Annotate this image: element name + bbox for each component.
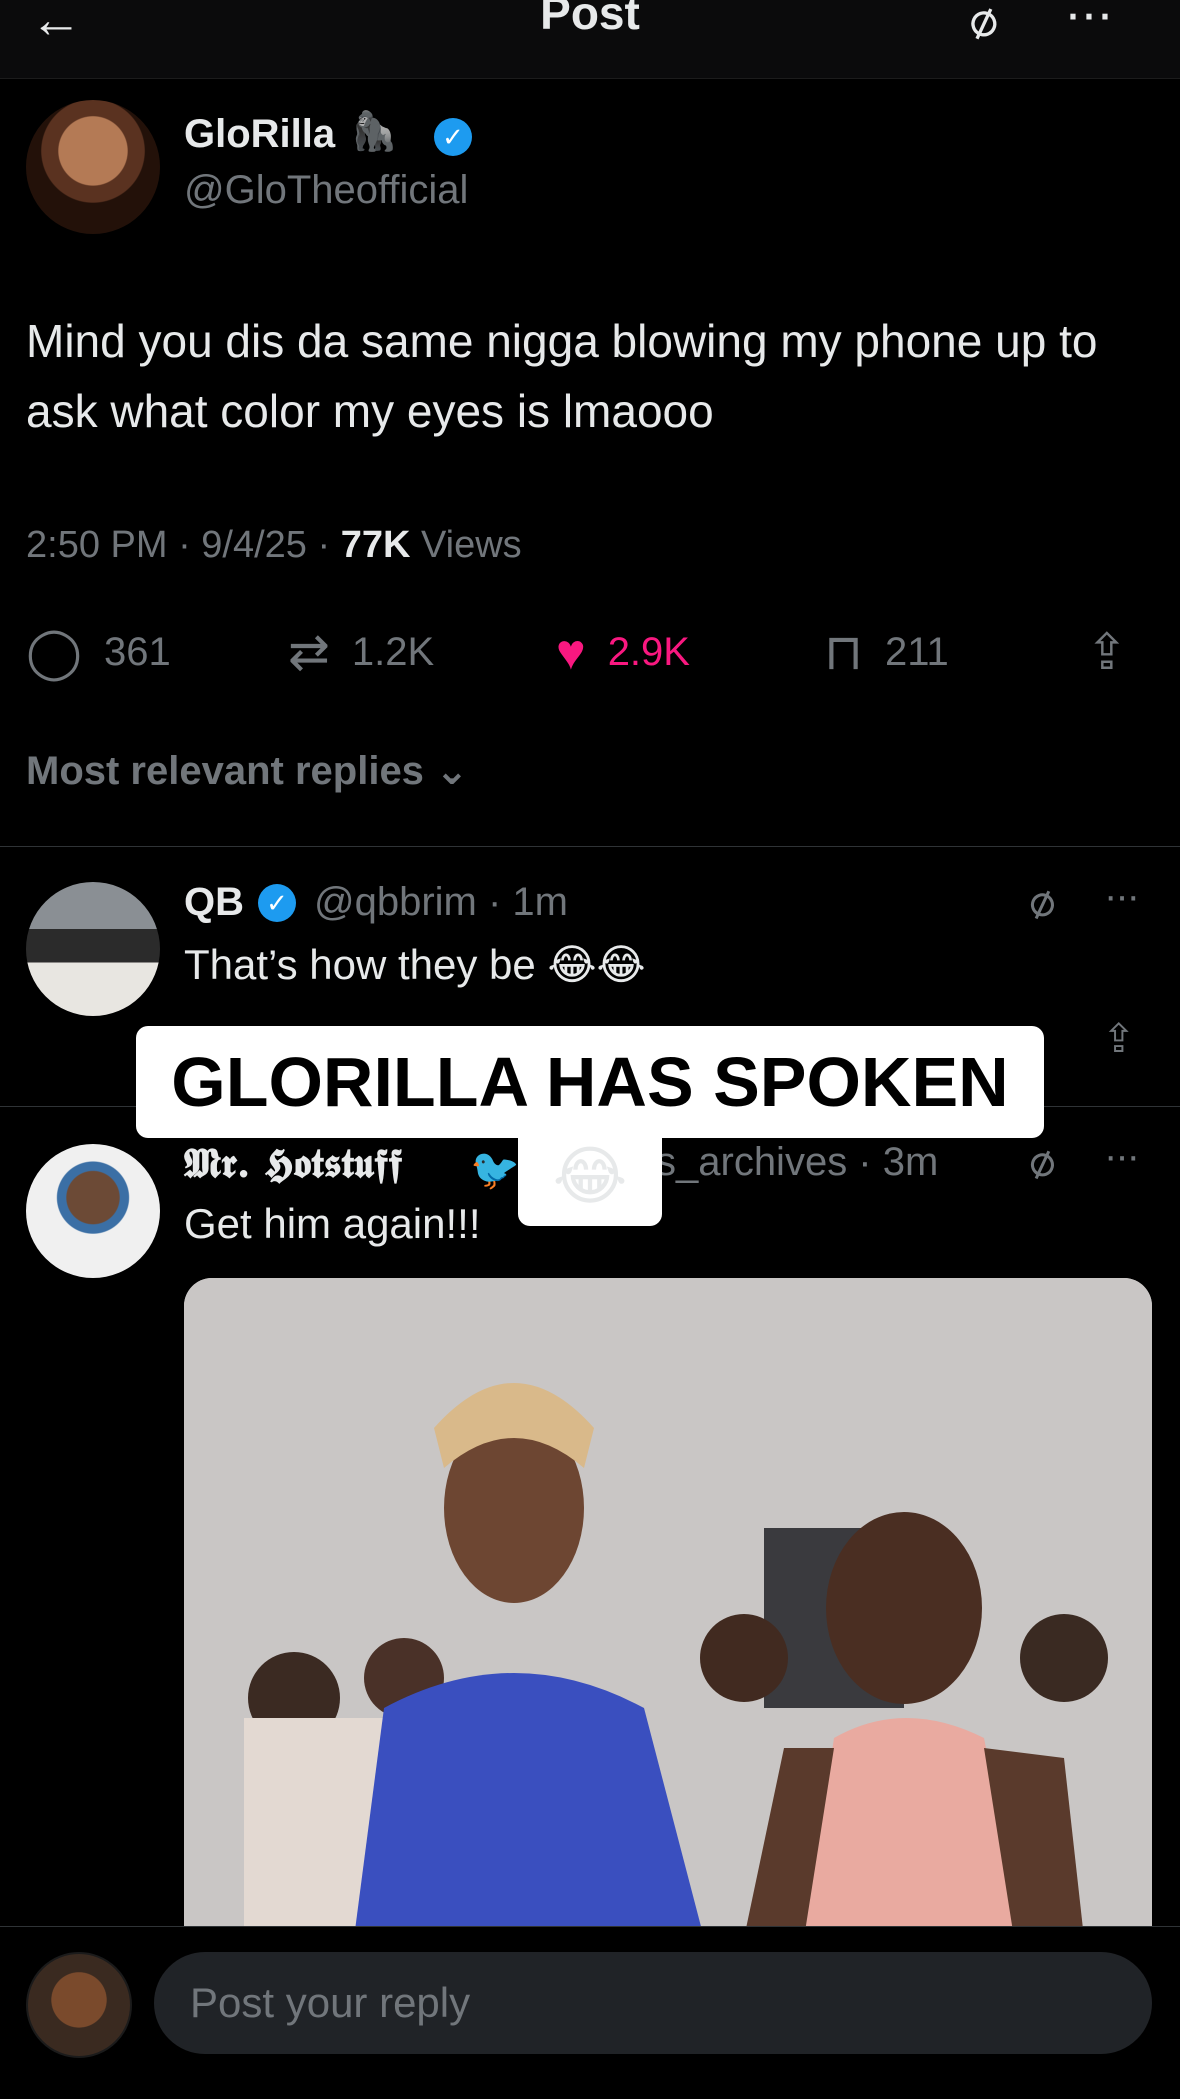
like-count: 2.9K [607, 629, 690, 674]
reply-button[interactable]: ◯ 361 [26, 622, 171, 682]
views-count: 77K [340, 524, 411, 566]
reply-count: 361 [103, 629, 171, 674]
author-name[interactable]: GloRilla [184, 112, 335, 157]
verified-badge-icon: ✓ [434, 118, 472, 156]
author-handle[interactable]: @GloTheofficial [184, 168, 468, 213]
replies-sort-label: Most relevant replies [26, 749, 424, 793]
reply-author-handle[interactable]: @qbbrim · 1m [314, 880, 568, 925]
caption-overlay: GLORILLA HAS SPOKEN [136, 1026, 1044, 1138]
reply-avatar[interactable] [26, 882, 160, 1016]
reply-author-name[interactable]: 𝕸𝖗. 𝕳𝖔𝖙𝖘𝖙𝖚𝖋𝖋 [184, 1140, 402, 1187]
top-bar: ← Post ⌀ ··· [0, 0, 1180, 79]
caption-emoji: 😂 [518, 1126, 662, 1226]
current-user-avatar[interactable] [26, 1952, 132, 2058]
reply-text: Get him again!!! [184, 1200, 481, 1247]
crow-icon: 🐦 [470, 1148, 520, 1192]
grok-icon[interactable]: ⌀ [1020, 873, 1062, 930]
reply-input[interactable] [154, 1952, 1152, 2054]
share-icon[interactable]: ⇪ [1102, 1016, 1136, 1062]
more-icon[interactable]: ··· [1104, 1134, 1140, 1179]
share-button[interactable]: ⇪ [1086, 622, 1150, 682]
more-icon[interactable]: ··· [1104, 874, 1140, 919]
reply-media-image[interactable] [184, 1278, 1152, 1938]
like-button[interactable]: ♥ 2.9K [556, 622, 690, 682]
chevron-down-icon: ⌄ [435, 749, 469, 793]
share-icon: ⇪ [1086, 624, 1128, 680]
reply-icon: ◯ [26, 624, 82, 680]
replies-sort-dropdown[interactable]: Most relevant replies ⌄ [26, 748, 469, 794]
divider [0, 846, 1180, 847]
author-avatar[interactable] [26, 100, 160, 234]
post-meta: 2:50 PM · 9/4/25 · 77K Views [26, 524, 522, 567]
repost-button[interactable]: ⇄ 1.2K [288, 622, 434, 682]
bookmark-count: 211 [885, 629, 949, 674]
reply-text: That’s how they be 😂😂 [184, 941, 646, 988]
grok-icon[interactable]: ⌀ [1020, 1133, 1062, 1190]
reply-author-handle[interactable]: s_archives · 3m [656, 1140, 938, 1185]
more-icon[interactable]: ··· [1064, 0, 1114, 44]
gorilla-emoji: 🦍 [350, 111, 398, 153]
post-text: Mind you dis da same nigga blowing my ph… [26, 315, 1098, 437]
post-time: 2:50 PM · 9/4/25 · [26, 524, 341, 566]
heart-icon: ♥ [556, 624, 586, 680]
repost-icon: ⇄ [288, 624, 330, 680]
views-label: Views [410, 524, 522, 566]
verified-badge-icon: ✓ [258, 884, 296, 922]
reply-avatar[interactable] [26, 1144, 160, 1278]
repost-count: 1.2K [351, 629, 435, 674]
bookmark-icon: ⊓ [824, 624, 864, 680]
bookmark-button[interactable]: ⊓ 211 [824, 622, 949, 682]
reply-author-name[interactable]: QB [184, 880, 244, 925]
